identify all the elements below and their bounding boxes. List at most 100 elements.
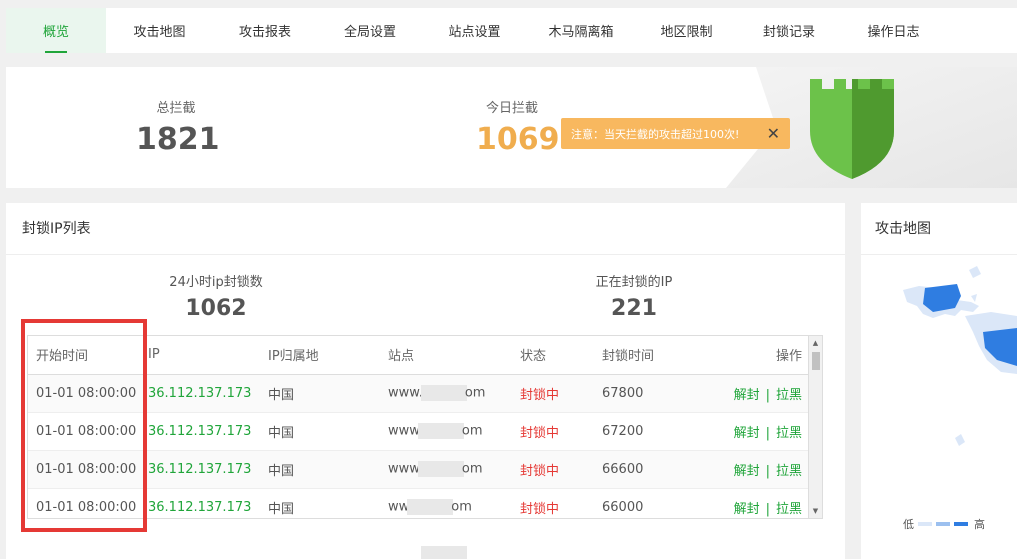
tab-operation-log[interactable]: 操作日志 — [841, 8, 946, 53]
table-header-row: 开始时间 IP IP归属地 站点 状态 封锁时间 操作 — [28, 336, 808, 375]
blocked-ip-table: 开始时间 IP IP归属地 站点 状态 封锁时间 操作 01-01 08:00:… — [28, 336, 808, 518]
column-header-operations: 操作 — [702, 336, 808, 375]
column-header-ip: IP — [148, 336, 268, 375]
ip-24h-value: 1062 — [185, 296, 247, 321]
redaction-block — [421, 546, 467, 559]
site-redaction — [417, 423, 464, 439]
legend-swatch-low — [918, 522, 932, 526]
op-separator: | — [765, 463, 770, 479]
cell-location: 中国 — [268, 488, 388, 518]
map-legend: 低 高 — [903, 516, 985, 532]
cell-ip: 36.112.137.173 — [148, 385, 252, 401]
tab-site-settings-label: 站点设置 — [448, 25, 501, 40]
cell-start-time: 01-01 08:00:00 — [28, 412, 148, 451]
legend-low-label: 低 — [903, 518, 914, 531]
cell-block-time: 67200 — [602, 412, 702, 451]
tab-global-settings-label: 全局设置 — [343, 25, 396, 40]
tab-attack-map[interactable]: 攻击地图 — [106, 8, 213, 53]
cell-status: 封锁中 — [520, 387, 560, 403]
op-separator: | — [765, 387, 770, 403]
unblock-link[interactable]: 解封 — [734, 426, 760, 441]
tab-region-limit-label: 地区限制 — [660, 25, 713, 40]
blocked-ip-panel-title: 封锁IP列表 — [6, 203, 845, 255]
column-header-status: 状态 — [520, 336, 602, 375]
op-separator: | — [765, 425, 770, 441]
ip-active-value: 221 — [611, 296, 657, 321]
tab-block-records[interactable]: 封锁记录 — [737, 8, 841, 53]
site-suffix: om — [461, 423, 483, 439]
blocked-ip-table-container: 开始时间 IP IP归属地 站点 状态 封锁时间 操作 01-01 08:00:… — [27, 335, 823, 519]
top-tab-bar: 概览 攻击地图 攻击报表 全局设置 站点设置 木马隔离箱 地区限制 封锁记录 操… — [6, 8, 1017, 53]
column-header-start-time: 开始时间 — [28, 336, 148, 375]
site-prefix: ww — [388, 499, 410, 515]
warning-toast-message: 注意：当天拦截的攻击超过100次! — [571, 127, 740, 141]
column-header-block-time: 封锁时间 — [602, 336, 702, 375]
cell-site: www om — [388, 450, 520, 489]
tab-operation-log-label: 操作日志 — [867, 25, 920, 40]
unblock-link[interactable]: 解封 — [734, 502, 760, 517]
ip-24h-label: 24小时ip封锁数 — [169, 275, 263, 290]
cell-site: www. om — [388, 374, 520, 413]
cell-block-time: 66000 — [602, 488, 702, 518]
tab-site-settings[interactable]: 站点设置 — [423, 8, 526, 53]
site-prefix: www — [388, 461, 420, 477]
cell-location: 中国 — [268, 450, 388, 489]
cell-status: 封锁中 — [520, 425, 560, 441]
ip-active-label: 正在封锁的IP — [595, 275, 673, 290]
tab-attack-report-label: 攻击报表 — [238, 25, 291, 40]
unblock-link[interactable]: 解封 — [734, 464, 760, 479]
op-separator: | — [765, 501, 770, 517]
blacklist-link[interactable]: 拉黑 — [776, 426, 802, 441]
cell-site: ww om — [388, 488, 520, 518]
summary-banner: 总拦截 1821 今日拦截 1069 注意：当天拦截的攻击超过100次! ✕ — [6, 67, 1017, 188]
cell-status: 封锁中 — [520, 501, 560, 517]
cell-start-time: 01-01 08:00:00 — [28, 450, 148, 489]
close-icon[interactable]: ✕ — [767, 124, 780, 143]
total-intercept-stat: 总拦截 1821 — [136, 97, 220, 157]
tab-overview[interactable]: 概览 — [6, 8, 106, 53]
tab-attack-report[interactable]: 攻击报表 — [213, 8, 317, 53]
cell-site: www om — [388, 412, 520, 451]
scroll-down-arrow-icon[interactable]: ▼ — [809, 504, 822, 518]
table-scrollbar[interactable]: ▲ ▼ — [808, 336, 822, 518]
tab-global-settings[interactable]: 全局设置 — [317, 8, 423, 53]
legend-high-label: 高 — [974, 518, 985, 531]
tab-overview-label: 概览 — [42, 25, 69, 40]
warning-toast: 注意：当天拦截的攻击超过100次! ✕ — [561, 118, 790, 149]
attack-map-panel-title: 攻击地图 — [861, 203, 1017, 255]
table-row: 01-01 08:00:00 36.112.137.173 中国 ww om 封锁… — [28, 488, 808, 518]
today-intercept-label: 今日拦截 — [486, 101, 539, 116]
ip-24h-stat: 24小时ip封锁数 1062 — [156, 271, 276, 321]
legend-swatch-mid — [936, 522, 950, 526]
cell-start-time: 01-01 08:00:00 — [28, 374, 148, 413]
blacklist-link[interactable]: 拉黑 — [776, 502, 802, 517]
site-prefix: www — [388, 423, 420, 439]
legend-swatch-high — [954, 522, 968, 526]
site-redaction — [420, 385, 467, 401]
column-header-site: 站点 — [388, 336, 520, 375]
total-intercept-label: 总拦截 — [156, 101, 196, 116]
tab-block-records-label: 封锁记录 — [762, 25, 815, 40]
site-redaction — [407, 499, 454, 515]
world-map — [903, 266, 1017, 446]
unblock-link[interactable]: 解封 — [734, 388, 760, 403]
cell-start-time: 01-01 08:00:00 — [28, 488, 148, 518]
blocked-ip-panel: 封锁IP列表 24小时ip封锁数 1062 正在封锁的IP 221 开始时间 I… — [6, 203, 845, 559]
cell-location: 中国 — [268, 374, 388, 413]
blacklist-link[interactable]: 拉黑 — [776, 464, 802, 479]
tab-region-limit[interactable]: 地区限制 — [636, 8, 737, 53]
scroll-thumb[interactable] — [812, 352, 820, 370]
cell-ip: 36.112.137.173 — [148, 423, 252, 439]
site-suffix: om — [464, 385, 486, 401]
cell-location: 中国 — [268, 412, 388, 451]
table-row: 01-01 08:00:00 36.112.137.173 中国 www om 封… — [28, 450, 808, 489]
site-redaction — [417, 461, 464, 477]
tab-trojan-quarantine[interactable]: 木马隔离箱 — [526, 8, 636, 53]
cell-ip: 36.112.137.173 — [148, 461, 252, 477]
site-prefix: www. — [388, 385, 423, 401]
scroll-up-arrow-icon[interactable]: ▲ — [809, 336, 822, 350]
ip-active-stat: 正在封锁的IP 221 — [574, 271, 694, 321]
tab-trojan-quarantine-label: 木马隔离箱 — [548, 25, 614, 40]
site-suffix: om — [451, 499, 472, 515]
blacklist-link[interactable]: 拉黑 — [776, 388, 802, 403]
